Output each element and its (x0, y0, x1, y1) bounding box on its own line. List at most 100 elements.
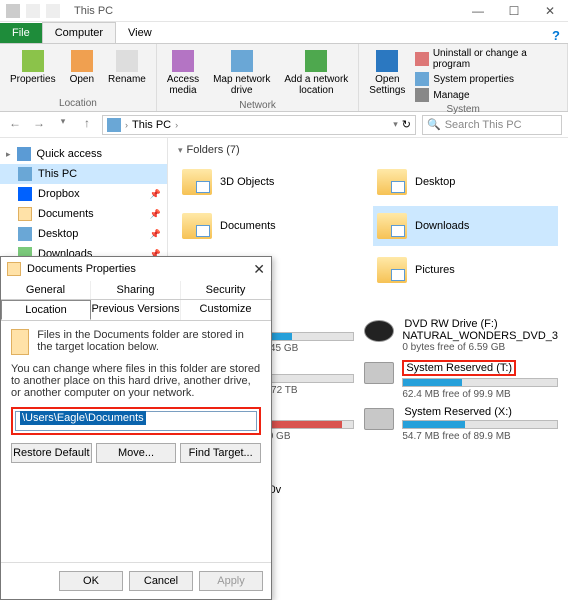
map-drive-icon (231, 50, 253, 72)
add-location-icon (305, 50, 327, 72)
map-drive-button[interactable]: Map network drive (209, 48, 274, 98)
group-label: Location (6, 98, 150, 109)
group-label: Network (163, 100, 352, 111)
nav-this-pc[interactable]: This PC (0, 164, 167, 184)
folder-icon (182, 169, 212, 195)
address-bar: ← → ▾ ↑ › This PC › ▾ ↻ 🔍 Search This PC (0, 112, 568, 138)
tab-computer[interactable]: Computer (42, 22, 116, 43)
add-location-button[interactable]: Add a network location (280, 48, 352, 98)
help-icon[interactable]: ? (552, 28, 560, 43)
sysprops-icon (415, 72, 429, 86)
maximize-button[interactable]: ☐ (496, 0, 532, 22)
nav-quick-access[interactable]: ▸Quick access (0, 144, 167, 164)
chevron-right-icon: › (175, 120, 178, 130)
rename-button[interactable]: Rename (104, 48, 150, 96)
pin-icon: 📌 (150, 229, 161, 240)
back-button[interactable]: ← (6, 116, 24, 134)
minimize-button[interactable]: — (460, 0, 496, 22)
recent-button[interactable]: ▾ (54, 116, 72, 134)
breadcrumb[interactable]: This PC (132, 119, 171, 131)
ribbon-group-location: Properties Open Rename Location (0, 44, 157, 111)
uninstall-icon (415, 52, 428, 66)
drive-item[interactable]: DVD RW Drive (F:)NATURAL_WONDERS_DVD_30 … (364, 318, 558, 354)
folder-icon (182, 213, 212, 239)
desktop-icon (18, 227, 32, 241)
tab-general[interactable]: General (1, 281, 91, 299)
qat-button[interactable] (46, 4, 60, 18)
star-icon (17, 147, 31, 161)
open-button[interactable]: Open (66, 48, 98, 96)
manage-icon (415, 88, 429, 102)
section-folders[interactable]: ▾Folders (7) (178, 144, 558, 156)
cancel-button[interactable]: Cancel (129, 571, 193, 591)
tab-customize[interactable]: Customize (181, 300, 271, 320)
drive-item[interactable]: System Reserved (X:)54.7 MB free of 89.9… (364, 406, 558, 442)
find-target-button[interactable]: Find Target... (180, 443, 261, 463)
tab-file[interactable]: File (0, 23, 42, 43)
system-properties-button[interactable]: System properties (415, 72, 561, 86)
forward-button[interactable]: → (30, 116, 48, 134)
pin-icon: 📌 (150, 189, 161, 200)
qat-button[interactable] (26, 4, 40, 18)
pc-icon (107, 118, 121, 132)
tab-view[interactable]: View (116, 23, 164, 43)
restore-default-button[interactable]: Restore Default (11, 443, 92, 463)
up-button[interactable]: ↑ (78, 116, 96, 134)
drive-icon (364, 362, 394, 384)
folder-icon (18, 207, 32, 221)
dialog-close-button[interactable]: ✕ (253, 261, 265, 278)
folder-item[interactable]: Desktop (373, 162, 558, 202)
tab-sharing[interactable]: Sharing (91, 281, 181, 299)
folder-icon (377, 213, 407, 239)
nav-documents[interactable]: Documents📌 (0, 204, 167, 224)
search-input[interactable]: 🔍 Search This PC (422, 115, 562, 135)
access-media-button[interactable]: Access media (163, 48, 203, 98)
nav-dropbox[interactable]: Dropbox📌 (0, 184, 167, 204)
location-path-input[interactable]: \Users\Eagle\Documents (15, 411, 257, 431)
folder-item[interactable]: Documents (178, 206, 363, 246)
uninstall-button[interactable]: Uninstall or change a program (415, 48, 561, 70)
drive-item[interactable]: System Reserved (T:)62.4 MB free of 99.9… (364, 360, 558, 400)
search-icon: 🔍 (427, 118, 441, 131)
manage-button[interactable]: Manage (415, 88, 561, 102)
location-description: Files in the Documents folder are stored… (37, 329, 261, 355)
window-title: This PC (74, 5, 113, 17)
open-icon (71, 50, 93, 72)
open-settings-button[interactable]: Open Settings (365, 48, 409, 102)
refresh-button[interactable]: ↻ (402, 118, 411, 131)
chevron-down-icon[interactable]: ▾ (393, 119, 398, 130)
documents-icon (11, 329, 29, 355)
address-box[interactable]: › This PC › ▾ ↻ (102, 115, 416, 135)
folder-icon (377, 169, 407, 195)
tab-previous-versions[interactable]: Previous Versions (91, 300, 181, 320)
quick-access-toolbar (0, 4, 66, 18)
titlebar: This PC — ☐ ✕ (0, 0, 568, 22)
chevron-right-icon: › (125, 120, 128, 130)
ribbon-group-network: Access media Map network drive Add a net… (157, 44, 359, 111)
search-placeholder: Search This PC (445, 119, 522, 131)
chevron-down-icon: ▾ (178, 145, 183, 156)
tab-security[interactable]: Security (181, 281, 271, 299)
folder-icon (7, 262, 21, 276)
tab-location[interactable]: Location (1, 300, 91, 320)
folder-item[interactable]: 3D Objects (178, 162, 363, 202)
dialog-titlebar: Documents Properties ✕ (1, 257, 271, 281)
nav-desktop[interactable]: Desktop📌 (0, 224, 167, 244)
apply-button[interactable]: Apply (199, 571, 263, 591)
ok-button[interactable]: OK (59, 571, 123, 591)
properties-button[interactable]: Properties (6, 48, 60, 96)
folder-item[interactable]: Downloads (373, 206, 558, 246)
move-button[interactable]: Move... (96, 443, 177, 463)
ribbon: Properties Open Rename Location Access m… (0, 44, 568, 112)
close-button[interactable]: ✕ (532, 0, 568, 22)
dialog-tabs-row1: General Sharing Security (1, 281, 271, 300)
folder-item[interactable]: Pictures (373, 250, 558, 290)
dialog-footer: OK Cancel Apply (1, 562, 271, 599)
dialog-title: Documents Properties (27, 263, 136, 275)
dialog-tabs-row2: Location Previous Versions Customize (1, 300, 271, 321)
settings-icon (376, 50, 398, 72)
ribbon-tabs: File Computer View ? (0, 22, 568, 44)
app-icon (6, 4, 20, 18)
location-description2: You can change where files in this folde… (11, 363, 261, 399)
properties-dialog: Documents Properties ✕ General Sharing S… (0, 256, 272, 600)
